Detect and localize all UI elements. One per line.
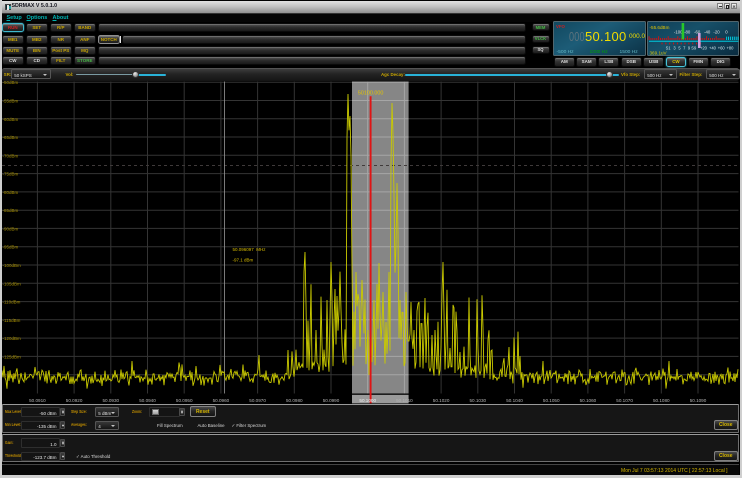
svg-text:-60dBm: -60dBm [3, 117, 19, 122]
svg-text:50.0950: 50.0950 [176, 398, 193, 403]
svg-text:-90dBm: -90dBm [3, 226, 19, 231]
svg-text:50.1030: 50.1030 [469, 398, 486, 403]
svg-text:-120dBm: -120dBm [3, 336, 22, 341]
svg-text:50100.000: 50100.000 [358, 91, 383, 97]
svg-text:50.1010: 50.1010 [396, 398, 413, 403]
svg-text:-65dBm: -65dBm [3, 135, 19, 140]
svg-text:50.0910: 50.0910 [29, 398, 46, 403]
svg-text:-105dBm: -105dBm [3, 281, 22, 286]
svg-text:50.0920: 50.0920 [66, 398, 83, 403]
svg-text:-55dBm: -55dBm [3, 99, 19, 104]
svg-text:-75dBm: -75dBm [3, 172, 19, 177]
svg-text:50.0930: 50.0930 [102, 398, 119, 403]
svg-text:-80dBm: -80dBm [3, 190, 19, 195]
svg-text:50.1050: 50.1050 [543, 398, 560, 403]
svg-text:50.1000: 50.1000 [359, 398, 376, 403]
svg-text:50.096097 MHz: 50.096097 MHz [233, 247, 267, 252]
svg-text:-100dBm: -100dBm [3, 263, 22, 268]
svg-text:-125dBm: -125dBm [3, 354, 22, 359]
svg-text:-97.1 dBm: -97.1 dBm [233, 258, 254, 263]
svg-text:-85dBm: -85dBm [3, 208, 19, 213]
svg-text:-95dBm: -95dBm [3, 245, 19, 250]
svg-text:50.1060: 50.1060 [580, 398, 597, 403]
svg-text:50.0980: 50.0980 [286, 398, 303, 403]
svg-text:50.1090: 50.1090 [690, 398, 707, 403]
svg-text:50.0960: 50.0960 [213, 398, 230, 403]
svg-text:-110dBm: -110dBm [3, 300, 21, 305]
svg-text:-115dBm: -115dBm [3, 318, 21, 323]
svg-text:50.1070: 50.1070 [616, 398, 633, 403]
svg-text:50.0970: 50.0970 [249, 398, 266, 403]
svg-text:50.0940: 50.0940 [139, 398, 156, 403]
svg-text:-50dBm: -50dBm [3, 80, 19, 85]
svg-text:50.0990: 50.0990 [323, 398, 340, 403]
svg-text:50.1080: 50.1080 [653, 398, 670, 403]
svg-text:50.1020: 50.1020 [433, 398, 450, 403]
svg-text:50.1040: 50.1040 [506, 398, 523, 403]
svg-text:-70dBm: -70dBm [3, 153, 19, 158]
svg-text:-130dBm: -130dBm [3, 373, 22, 378]
